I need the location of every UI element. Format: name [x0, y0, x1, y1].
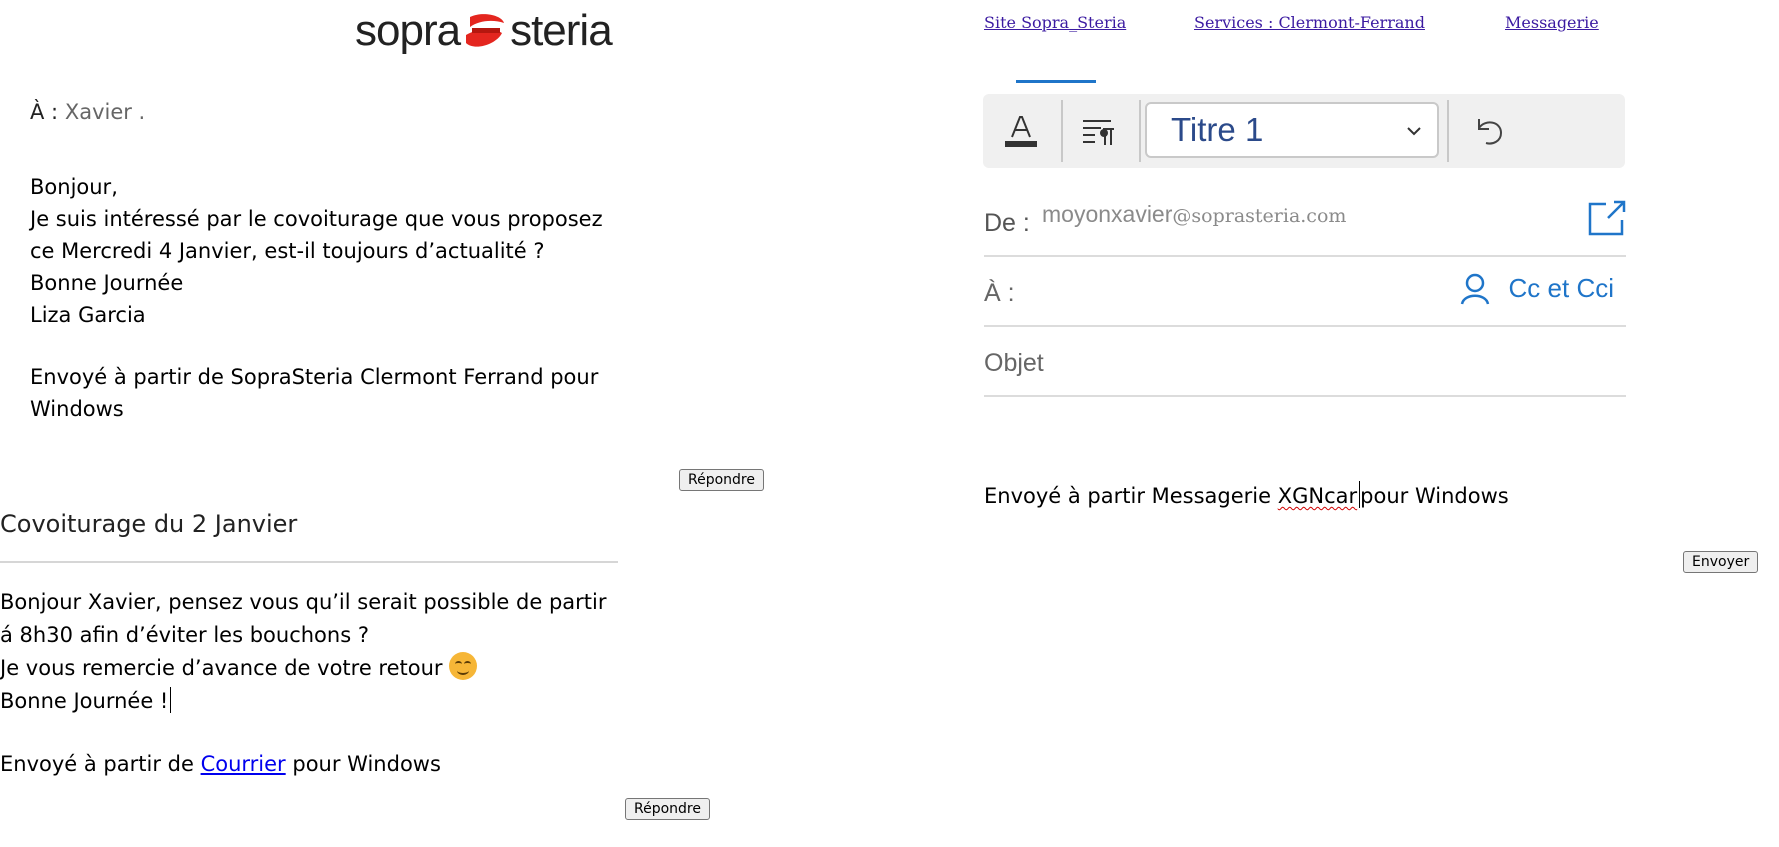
subject-placeholder: Objet	[984, 349, 1044, 377]
courrier-link[interactable]: Courrier	[201, 752, 286, 776]
message2-subject: Covoiturage du 2 Janvier	[0, 510, 298, 538]
message2-line: Bonjour Xavier, pensez vous qu’il serait…	[0, 590, 607, 647]
paragraph-style-icon	[1083, 120, 1114, 145]
misspelled-word: XGNcar	[1277, 484, 1358, 508]
to-name: Xavier .	[64, 100, 146, 124]
popout-icon[interactable]	[1586, 200, 1628, 238]
message1-line: Bonjour,	[30, 175, 118, 199]
message1-line: Je suis intéressé par le covoiturage que…	[30, 207, 603, 263]
message1-recipient: À : Xavier .	[30, 100, 145, 124]
brand-logo: sopra steria	[355, 6, 613, 55]
to-label: À :	[30, 100, 59, 124]
chevron-down-icon	[1407, 127, 1421, 136]
message2-body: Bonjour Xavier, pensez vous qu’il serait…	[0, 586, 620, 781]
format-toolbar: Titre 1	[983, 94, 1625, 168]
active-tab-indicator	[1016, 80, 1096, 83]
subject-divider	[0, 561, 618, 563]
style-select-value: Titre 1	[1171, 111, 1264, 148]
toolbar-separator	[1447, 100, 1449, 162]
message1-signature: Envoyé à partir de SopraSteria Clermont …	[30, 365, 599, 421]
message1-line: Bonne Journée	[30, 271, 184, 295]
compose-body[interactable]: Envoyé à partir Messagerie XGNcar pour Wi…	[984, 481, 1509, 508]
from-row: De : moyonxavier@soprasteria.com	[984, 187, 1626, 257]
subject-row[interactable]: Objet	[984, 327, 1626, 397]
brand-name-part2: steria	[510, 6, 613, 55]
to-field-label: À :	[984, 279, 1015, 307]
send-button[interactable]: Envoyer	[1683, 551, 1759, 573]
nav-link-site[interactable]: Site Sopra_Steria	[984, 13, 1126, 32]
toolbar-separator	[1061, 100, 1063, 162]
cc-bcc-button[interactable]: Cc et Cci	[1509, 273, 1614, 304]
brand-name-part1: sopra	[355, 6, 461, 55]
undo-icon	[1478, 119, 1503, 145]
font-color-icon	[1005, 116, 1037, 147]
message2-line: Bonne Journée !	[0, 685, 620, 718]
to-row[interactable]: À : Cc et Cci	[984, 257, 1626, 327]
paragraph-style-select[interactable]: Titre 1	[1145, 102, 1439, 158]
message1-line: Liza Garcia	[30, 303, 146, 327]
font-color-button[interactable]	[991, 108, 1051, 154]
message2-signature: Envoyé à partir de Courrier pour Windows	[0, 752, 441, 776]
undo-button[interactable]	[1459, 108, 1519, 154]
paragraph-style-button[interactable]	[1069, 108, 1129, 154]
person-icon[interactable]	[1460, 273, 1490, 305]
nav-link-services[interactable]: Services : Clermont-Ferrand	[1194, 13, 1425, 32]
message2-line: Je vous remercie d’avance de votre retou…	[0, 652, 620, 685]
toolbar-separator	[1139, 100, 1141, 162]
message1-body: Bonjour, Je suis intéressé par le covoit…	[30, 171, 630, 425]
reply-button[interactable]: Répondre	[679, 469, 764, 491]
from-label: De :	[984, 209, 1030, 237]
text-caret	[170, 687, 172, 713]
from-address[interactable]: moyonxavier@soprasteria.com	[1042, 201, 1346, 228]
nav-link-messagerie[interactable]: Messagerie	[1505, 13, 1599, 32]
sopra-steria-logo-icon	[466, 14, 505, 47]
reply-button[interactable]: Répondre	[625, 798, 710, 820]
emoji-smile-icon	[449, 652, 478, 680]
